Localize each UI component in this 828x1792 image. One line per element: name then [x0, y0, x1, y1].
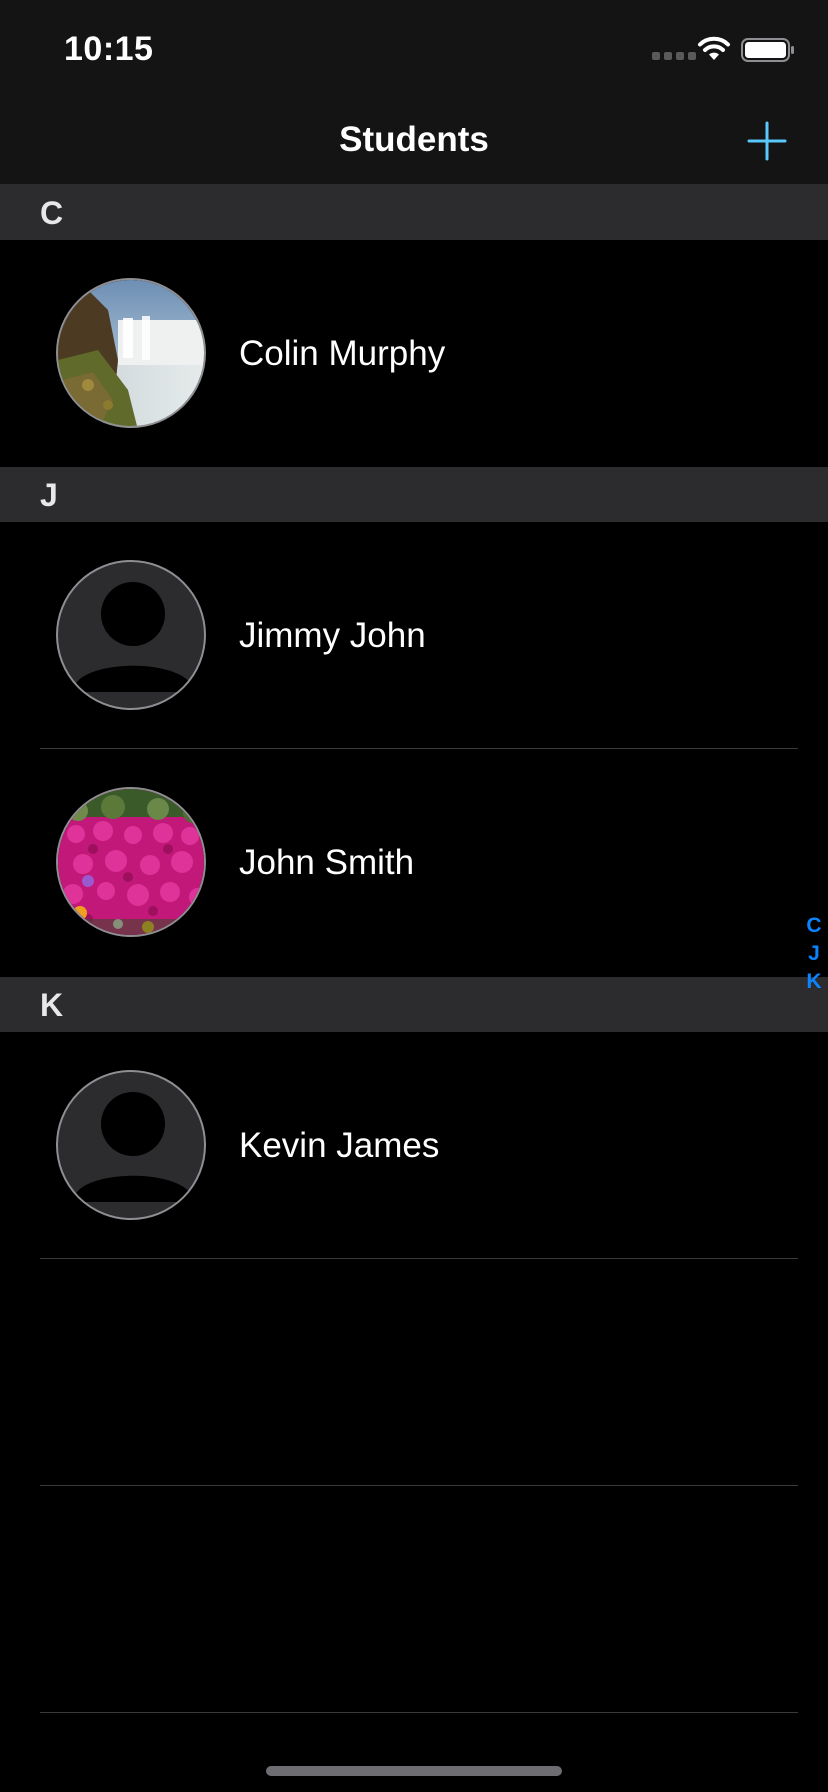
add-student-button[interactable] — [746, 120, 788, 162]
default-person-icon — [73, 1092, 193, 1202]
plus-icon — [747, 121, 787, 161]
wifi-icon — [698, 36, 730, 60]
student-row-jimmy-john[interactable]: Jimmy John — [0, 522, 828, 748]
student-name: John Smith — [239, 843, 415, 882]
avatar — [56, 1070, 206, 1220]
battery-icon — [741, 38, 794, 62]
student-name: Colin Murphy — [239, 334, 446, 373]
row-separator — [40, 1258, 798, 1259]
section-header-j: J — [0, 467, 828, 522]
section-index[interactable]: C J K — [800, 912, 828, 996]
status-time: 10:15 — [64, 30, 154, 68]
home-indicator[interactable] — [266, 1766, 562, 1776]
page-title: Students — [339, 120, 489, 159]
avatar — [56, 787, 206, 937]
status-bar: 10:15 — [0, 0, 828, 100]
section-header-k: K — [0, 977, 828, 1032]
avatar — [56, 560, 206, 710]
student-row-john-smith[interactable]: John Smith — [0, 749, 828, 975]
index-letter-k[interactable]: K — [800, 968, 828, 996]
section-letter: J — [40, 477, 58, 513]
default-person-icon — [73, 582, 193, 692]
row-separator — [40, 1485, 798, 1486]
signal-icon — [652, 52, 696, 60]
student-name: Kevin James — [239, 1126, 440, 1165]
student-row-kevin-james[interactable]: Kevin James — [0, 1032, 828, 1258]
index-letter-j[interactable]: J — [800, 940, 828, 968]
flowers-photo — [58, 789, 204, 935]
section-letter: C — [40, 195, 64, 231]
avatar — [56, 278, 206, 428]
section-letter: K — [40, 987, 64, 1023]
student-row-colin-murphy[interactable]: Colin Murphy — [0, 240, 828, 466]
section-header-c: C — [0, 185, 828, 240]
waterfall-photo — [58, 280, 204, 426]
navigation-bar: Students — [0, 100, 828, 185]
row-separator — [40, 1712, 798, 1713]
student-name: Jimmy John — [239, 616, 426, 655]
index-letter-c[interactable]: C — [800, 912, 828, 940]
